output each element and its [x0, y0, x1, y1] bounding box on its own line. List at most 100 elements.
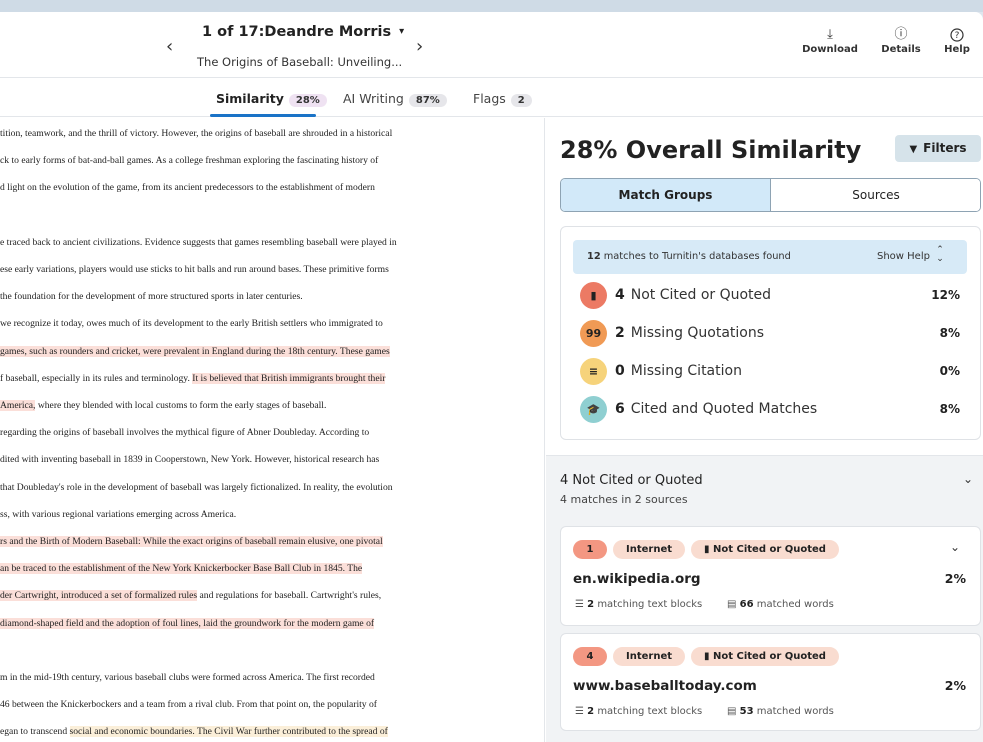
- blocks-label: matching text blocks: [597, 706, 703, 717]
- document-line: 46 between the Knickerbockers and a team…: [0, 695, 377, 715]
- document-line: America, where they blended with local c…: [0, 396, 326, 416]
- caret-down-icon: ▾: [399, 26, 405, 37]
- missing-citation-icon: ≡: [580, 358, 607, 385]
- words-label: matched words: [756, 599, 834, 610]
- document-title: The Origins of Baseball: Unveiling...: [197, 55, 403, 69]
- blocks-count: 2: [587, 706, 595, 717]
- matching-blocks-info: ☰ 2 matching text blocks: [575, 599, 702, 610]
- document-line: tition, teamwork, and the thrill of vict…: [0, 124, 392, 144]
- highlighted-match-text[interactable]: social and economic boundaries. The Civi…: [69, 726, 388, 738]
- document-text: 46 between the Knickerbockers and a team…: [0, 699, 377, 711]
- highlighted-match-text[interactable]: der Cartwright, introduced a set of form…: [0, 590, 198, 602]
- document-line: der Cartwright, introduced a set of form…: [0, 586, 381, 606]
- category-label: Missing Citation: [630, 363, 742, 379]
- document-text: that Doubleday's role in the development…: [0, 481, 393, 493]
- document-text: ss, with various regional variations eme…: [0, 508, 237, 520]
- tab-label: Flags: [473, 91, 506, 106]
- tab-flags[interactable]: Flags 2: [473, 91, 532, 107]
- matches-count: 12: [587, 251, 601, 262]
- document-line: dited with inventing baseball in 1839 in…: [0, 450, 379, 470]
- document-line: rs and the Birth of Modern Baseball: Whi…: [0, 532, 383, 552]
- document-line: an be traced to the establishment of the…: [0, 559, 363, 579]
- document-line: ese early variations, players would use …: [0, 260, 389, 280]
- next-submission-icon[interactable]: ›: [416, 36, 423, 57]
- chevron-down-icon[interactable]: ⌄: [963, 472, 973, 486]
- match-category-row[interactable]: 0 Missing Citation: [615, 363, 742, 379]
- document-line: d light on the evolution of the game, fr…: [0, 178, 375, 198]
- document-text: m in the mid-19th century, various baseb…: [0, 672, 375, 683]
- student-label: 1 of 17:Deandre Morris: [202, 24, 392, 40]
- match-groups-toggle[interactable]: Match Groups: [561, 179, 771, 211]
- words-count: 53: [739, 706, 754, 717]
- document-viewer[interactable]: tition, teamwork, and the thrill of vict…: [0, 118, 545, 742]
- words-icon: ▤: [727, 599, 740, 610]
- document-line: diamond-shaped field and the adoption of…: [0, 614, 375, 634]
- category-percent: 0%: [939, 364, 960, 378]
- category-count: 6: [615, 401, 625, 417]
- tab-ai-writing[interactable]: AI Writing 87%: [343, 91, 447, 107]
- view-toggle: Match Groups Sources: [560, 178, 981, 212]
- filter-icon: ▼: [909, 144, 918, 155]
- match-category-row[interactable]: 2 Missing Quotations: [615, 325, 764, 341]
- match-category-badge: ▮ Not Cited or Quoted: [691, 540, 839, 559]
- help-icon: ?: [927, 26, 983, 44]
- category-count: 4: [615, 287, 625, 303]
- matched-words-info: ▤ 66 matched words: [727, 599, 834, 610]
- category-label: Not Cited or Quoted: [630, 287, 772, 303]
- filters-button[interactable]: ▼ Filters: [895, 135, 981, 162]
- sources-toggle[interactable]: Sources: [771, 179, 980, 211]
- tab-label: Similarity: [216, 91, 284, 106]
- category-count: 2: [615, 325, 625, 341]
- match-category-row[interactable]: 4 Not Cited or Quoted: [615, 287, 771, 303]
- student-selector[interactable]: 1 of 17:Deandre Morris ▾: [202, 24, 404, 40]
- help-button[interactable]: ? Help: [927, 26, 983, 55]
- tab-similarity[interactable]: Similarity 28%: [216, 91, 327, 107]
- match-category-row[interactable]: 6 Cited and Quoted Matches: [615, 401, 817, 417]
- highlighted-match-text[interactable]: It is believed that British immigrants b…: [192, 372, 386, 384]
- download-label: Download: [802, 44, 858, 55]
- highlighted-match-text[interactable]: rs and the Birth of Modern Baseball: Whi…: [0, 536, 383, 547]
- words-icon: ▤: [727, 706, 740, 717]
- window-top-strip: [0, 0, 983, 12]
- highlighted-match-text[interactable]: America,: [0, 400, 36, 411]
- document-text: e traced back to ancient civilizations. …: [0, 236, 397, 248]
- active-tab-indicator: [210, 114, 316, 117]
- document-text: d light on the evolution of the game, fr…: [0, 182, 375, 194]
- document-text: egan to transcend: [0, 726, 70, 738]
- download-button[interactable]: ⤓ Download: [800, 26, 860, 55]
- document-line: games, such as rounders and cricket, wer…: [0, 342, 390, 362]
- highlighted-match-text[interactable]: an be traced to the establishment of the…: [0, 563, 363, 575]
- details-button[interactable]: ⓘ Details: [871, 26, 931, 55]
- source-rank-badge: 1: [573, 540, 607, 559]
- highlighted-match-text[interactable]: games, such as rounders and cricket, wer…: [0, 345, 390, 357]
- filters-label: Filters: [923, 141, 967, 155]
- document-text: we recognize it today, owes much of its …: [0, 318, 383, 330]
- matching-blocks-info: ☰ 2 matching text blocks: [575, 706, 702, 717]
- document-line: the foundation for the development of mo…: [0, 287, 303, 307]
- show-help-toggle[interactable]: Show Help: [877, 251, 930, 262]
- info-icon: ⓘ: [894, 27, 908, 42]
- blocks-count: 2: [587, 599, 595, 610]
- tab-badge: 2: [510, 94, 532, 107]
- tab-bar: Similarity 28% AI Writing 87% Flags 2: [0, 79, 983, 117]
- document-text: ese early variations, players would use …: [0, 264, 389, 275]
- category-label: Missing Quotations: [630, 325, 765, 341]
- document-line: ss, with various regional variations eme…: [0, 505, 236, 525]
- document-text: dited with inventing baseball in 1839 in…: [0, 454, 380, 466]
- expand-collapse-icon[interactable]: ⌃ ⌄: [935, 246, 945, 264]
- category-count: 0: [615, 363, 625, 379]
- category-label: Cited and Quoted Matches: [630, 401, 818, 417]
- chevron-down-icon[interactable]: ⌄: [950, 540, 960, 554]
- source-host[interactable]: www.baseballtoday.com: [573, 678, 757, 694]
- source-percent: 2%: [944, 571, 966, 586]
- tab-label: AI Writing: [343, 91, 404, 106]
- document-line: ck to early forms of bat-and-ball games.…: [0, 151, 378, 171]
- highlighted-match-text[interactable]: diamond-shaped field and the adoption of…: [0, 617, 375, 629]
- not-cited-icon: ▮: [580, 282, 607, 309]
- document-line: m in the mid-19th century, various baseb…: [0, 668, 375, 688]
- document-line: we recognize it today, owes much of its …: [0, 314, 383, 334]
- prev-submission-icon[interactable]: ‹: [166, 36, 173, 57]
- source-host[interactable]: en.wikipedia.org: [573, 571, 701, 587]
- document-line: e traced back to ancient civilizations. …: [0, 233, 397, 253]
- document-text: where they blended with local customs to…: [35, 400, 327, 411]
